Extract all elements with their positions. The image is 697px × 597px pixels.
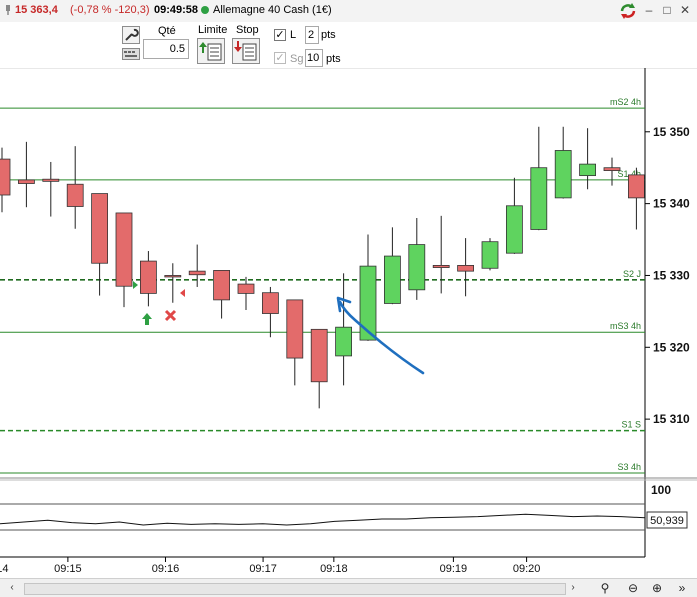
limit-pts-label: L <box>290 29 297 41</box>
candle-body[interactable] <box>66 183 84 207</box>
x-tick-label: 09:19 <box>440 563 468 575</box>
refresh-icon[interactable] <box>619 2 637 20</box>
candle-body[interactable] <box>359 265 377 341</box>
fast-forward-icon[interactable]: » <box>673 580 691 596</box>
qty-input[interactable]: 0.5 <box>143 39 189 59</box>
instrument-name[interactable]: Allemagne 40 Cash (1€) <box>213 4 332 16</box>
zoom-fit-icon[interactable]: ⚲ <box>596 580 614 596</box>
x-tick-label: 09:15 <box>54 563 82 575</box>
stop-order-button[interactable] <box>232 38 260 64</box>
candle-body[interactable] <box>188 270 206 276</box>
limit-pts-value: 2 <box>308 29 315 41</box>
candle-body[interactable] <box>91 193 108 264</box>
y-tick-label: 15 330 <box>653 268 690 282</box>
last-price: 15 363,4 <box>15 4 58 16</box>
candle-body[interactable] <box>481 241 499 269</box>
candle-body[interactable] <box>554 150 572 199</box>
keyboard-icon[interactable] <box>122 48 140 60</box>
y-tick-label: 15 350 <box>653 125 690 139</box>
scroll-track[interactable] <box>24 583 566 595</box>
y-tick-label: 15 340 <box>653 197 690 211</box>
title-bar: 15 363,4 (-0,78 % -120,3) 09:49:58 Allem… <box>0 0 697 23</box>
x-tick-label: 09:16 <box>152 563 180 575</box>
level-label: S1 S <box>621 420 641 430</box>
y-tick-label: 15 310 <box>653 412 690 426</box>
level-label: S2 J <box>623 269 641 279</box>
scroll-left-icon[interactable]: ‹ <box>5 581 19 595</box>
indicator-value-label: 50,939 <box>650 515 684 527</box>
qty-value: 0.5 <box>169 43 185 55</box>
price-change: (-0,78 % -120,3) <box>70 4 150 16</box>
wrench-icon <box>125 28 139 41</box>
indicator-top-label: 100 <box>651 483 671 497</box>
candle-body[interactable] <box>115 212 133 287</box>
limit-order-button[interactable] <box>197 38 225 64</box>
candle-body[interactable] <box>432 265 450 268</box>
candle-body[interactable] <box>164 275 182 278</box>
chart-scrollbar[interactable]: ‹ › ⚲ ⊖ ⊕ » <box>0 578 697 597</box>
x-tick-label: 09:20 <box>513 563 541 575</box>
x-tick-label: 09:17 <box>249 563 277 575</box>
scroll-right-icon[interactable]: › <box>566 581 580 595</box>
stop-pts-label: Sg <box>290 53 304 65</box>
status-dot-icon <box>201 6 209 14</box>
candle-body[interactable] <box>335 326 353 357</box>
limit-checkbox[interactable]: ✓ <box>274 29 286 41</box>
candle-body[interactable] <box>603 167 621 171</box>
stop-pts-input[interactable]: 10 <box>305 49 323 67</box>
stop-pts-value: 10 <box>307 52 320 64</box>
x-tick-label: 09:14 <box>0 563 8 575</box>
quote-time: 09:49:58 <box>154 4 199 16</box>
candle-body[interactable] <box>310 328 328 383</box>
candle-body[interactable] <box>579 163 596 177</box>
pin-icon[interactable] <box>4 5 12 15</box>
candle-body[interactable] <box>530 167 548 230</box>
candle-body[interactable] <box>286 299 304 359</box>
limit-order-icon <box>199 42 222 61</box>
level-label: mS2 4h <box>610 97 641 107</box>
level-label: S3 4h <box>617 462 641 472</box>
candle-body[interactable] <box>261 292 279 314</box>
price-chart[interactable]: mS2 4hS1 4hS2 JmS3 4hS1 SS3 4h 15 35015 … <box>0 68 697 578</box>
candle-body[interactable] <box>0 158 11 196</box>
x-tick-label: 09:18 <box>320 563 348 575</box>
candle-body[interactable] <box>17 179 35 184</box>
y-tick-label: 15 320 <box>653 340 690 354</box>
limit-pts-input[interactable]: 2 <box>305 26 319 44</box>
level-label: mS3 4h <box>610 321 641 331</box>
candle-body[interactable] <box>237 283 255 294</box>
close-icon[interactable]: ✕ <box>678 3 692 17</box>
candle-body[interactable] <box>42 178 60 182</box>
maximize-icon[interactable]: □ <box>660 3 674 17</box>
settings-button[interactable] <box>122 26 140 44</box>
candle-body[interactable] <box>505 205 523 254</box>
zoom-out-icon[interactable]: ⊖ <box>624 580 642 596</box>
order-toolbar: Qté 0.5 Limite Stop ✓ L 2 pts ✓ Sg 10 pt… <box>0 22 697 68</box>
candle-body[interactable] <box>457 265 475 272</box>
qty-label: Qté <box>158 25 176 37</box>
candle-body[interactable] <box>213 270 231 301</box>
candle-body[interactable] <box>628 174 645 199</box>
candle-body[interactable] <box>408 244 426 291</box>
stop-label: Stop <box>236 24 259 36</box>
candle-body[interactable] <box>139 260 157 294</box>
minimize-icon[interactable]: – <box>642 3 656 17</box>
limit-label: Limite <box>198 24 228 36</box>
candle-body[interactable] <box>383 255 401 304</box>
stop-order-icon <box>234 41 257 61</box>
stop-checkbox[interactable]: ✓ <box>274 52 286 64</box>
limit-pts-unit: pts <box>321 29 336 41</box>
stop-pts-unit: pts <box>326 53 341 65</box>
zoom-in-icon[interactable]: ⊕ <box>648 580 666 596</box>
